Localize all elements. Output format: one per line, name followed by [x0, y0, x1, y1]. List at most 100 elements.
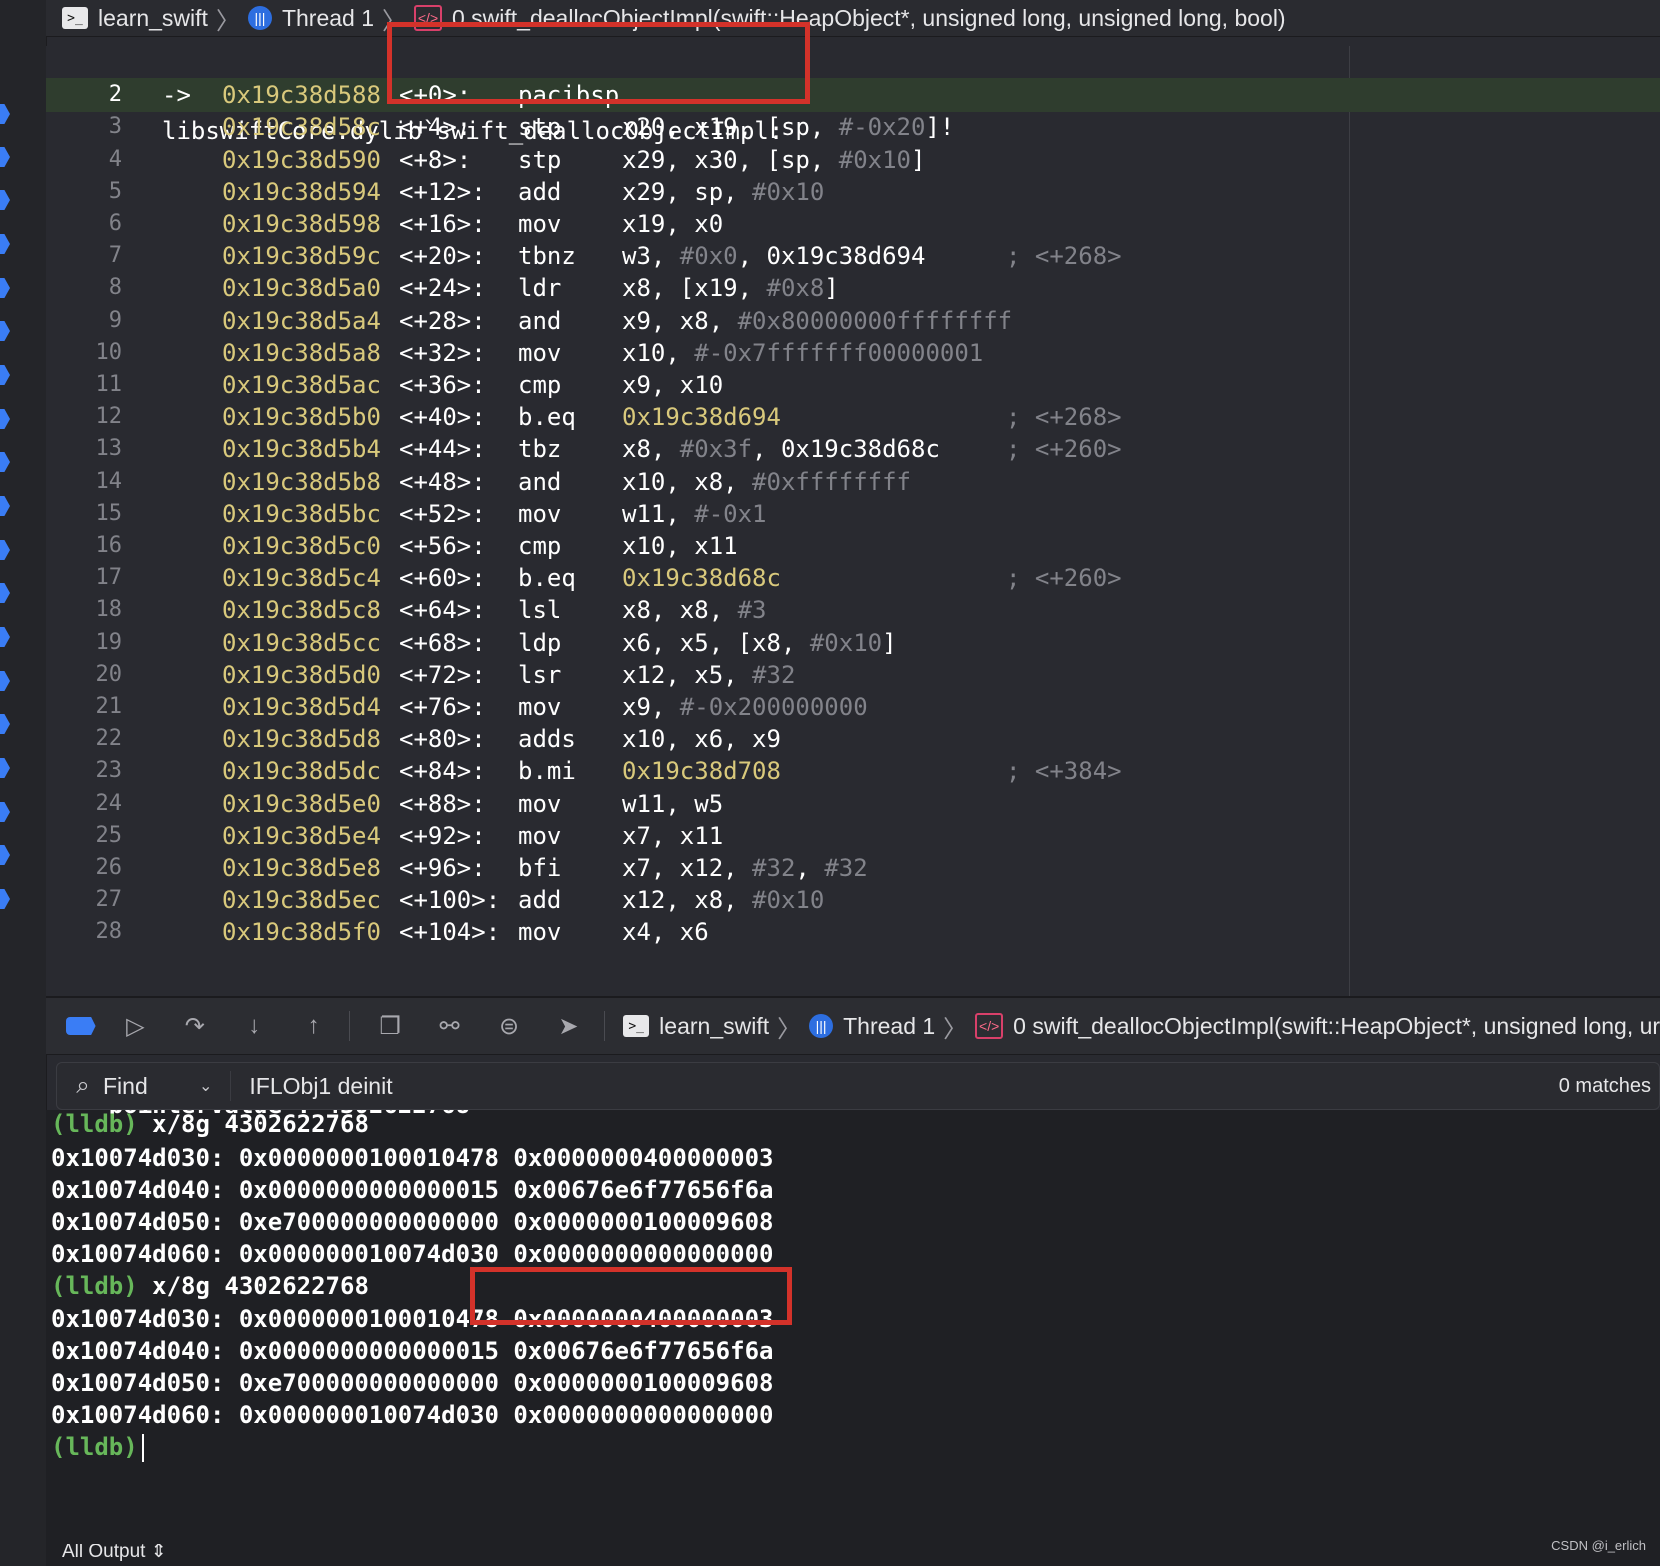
instruction-address: 0x19c38d5e0 [222, 789, 381, 818]
breakpoint-marker[interactable] [0, 671, 10, 691]
find-divider [230, 1071, 232, 1101]
debug-frame[interactable]: 0 swift_deallocObjectImpl(swift::HeapObj… [1013, 1013, 1660, 1040]
disassembly-row[interactable]: 17 0x19c38d5c4 <+60>: b.eq 0x19c38d68c ; <+26… [46, 561, 1660, 595]
disassembly-row[interactable]: 6 0x19c38d598 <+16>: mov x19, x0 [46, 207, 1660, 241]
breakpoint-marker[interactable] [0, 714, 10, 734]
instruction-mnemonic: stp [518, 145, 562, 174]
debug-target[interactable]: learn_swift [659, 1013, 769, 1040]
instruction-offset: <+104>: [399, 918, 501, 947]
disassembly-row[interactable]: 9 0x19c38d5a4 <+28>: and x9, x8, #0x80000000… [46, 304, 1660, 338]
disassembly-row[interactable]: 23 0x19c38d5dc <+84>: b.mi 0x19c38d708 ; <+38… [46, 754, 1660, 788]
disassembly-row[interactable]: 18 0x19c38d5c8 <+64>: lsl x8, x8, #3 [46, 593, 1660, 627]
console-output-line: 0x10074d060: 0x000000010074d030 0x000000… [51, 1237, 773, 1271]
line-number: 11 [95, 372, 123, 397]
find-mode-select[interactable]: Find [103, 1073, 199, 1100]
instruction-mnemonic: mov [518, 499, 562, 528]
breakpoint-marker[interactable] [0, 889, 10, 909]
instruction-offset: <+44>: [399, 435, 486, 464]
instruction-operands: 0x19c38d68c [622, 564, 781, 593]
step-over-icon[interactable]: ↷ [175, 1006, 214, 1046]
disassembly-row[interactable]: 21 0x19c38d5d4 <+76>: mov x9, #-0x200000000 [46, 690, 1660, 724]
breakpoints-toggle-icon[interactable] [66, 1017, 96, 1035]
instruction-mnemonic: and [518, 306, 562, 335]
breakpoint-marker[interactable] [0, 627, 10, 647]
breakpoint-marker[interactable] [0, 278, 10, 298]
disassembly-row[interactable]: 19 0x19c38d5cc <+68>: ldp x6, x5, [x8, #0x10… [46, 626, 1660, 660]
disassembly-row[interactable]: 27 0x19c38d5ec <+100>: add x12, x8, #0x10 [46, 883, 1660, 917]
instruction-comment: ; <+260> [1006, 564, 1122, 593]
breakpoint-marker[interactable] [0, 365, 10, 385]
disassembly-row[interactable]: 25 0x19c38d5e4 <+92>: mov x7, x11 [46, 819, 1660, 853]
find-input[interactable]: IFLObj1 deinit [249, 1073, 1558, 1100]
chevron-right-icon: 〉 [382, 7, 406, 35]
instruction-offset: <+40>: [399, 403, 486, 432]
disassembly-row[interactable]: 13 0x19c38d5b4 <+44>: tbz x8, #0x3f, 0x19c38… [46, 432, 1660, 466]
instruction-operands: x7, x11 [622, 821, 724, 850]
view-hierarchy-icon[interactable]: ❐ [370, 1006, 409, 1046]
breakpoint-marker[interactable] [0, 104, 10, 124]
disassembly-row[interactable]: 22 0x19c38d5d8 <+80>: adds x10, x6, x9 [46, 722, 1660, 756]
code-frame-icon: </> [414, 5, 442, 31]
instruction-mnemonic: mov [518, 210, 562, 238]
disassembly-row[interactable]: 11 0x19c38d5ac <+36>: cmp x9, x10 [46, 368, 1660, 402]
line-number: 25 [95, 822, 123, 848]
breakpoint-marker[interactable] [0, 321, 10, 341]
step-out-icon[interactable]: ↑ [294, 1006, 333, 1046]
breakpoint-marker[interactable] [0, 758, 10, 778]
jump-bar-target[interactable]: learn_swift [98, 5, 208, 32]
disassembly-row[interactable]: 28 0x19c38d5f0 <+104>: mov x4, x6 [46, 915, 1660, 949]
terminal-icon: >_ [623, 1015, 650, 1037]
environment-overrides-icon[interactable]: ⊜ [489, 1006, 528, 1046]
output-filter-select[interactable]: All Output ⇕ [62, 1544, 167, 1563]
breakpoint-marker[interactable] [0, 540, 10, 560]
instruction-address: 0x19c38d5a0 [222, 274, 381, 303]
console-text: 0x10074d050: 0xe700000000000000 0x000000… [51, 1208, 774, 1236]
console-text: x/8g 4302622768 [137, 1272, 369, 1300]
chevron-down-icon[interactable]: ⌄ [199, 1076, 212, 1096]
instruction-operands: x7, x12, #32, #32 [622, 854, 868, 882]
continue-icon[interactable]: ▷ [116, 1006, 155, 1046]
jump-bar-frame[interactable]: 0 swift_deallocObjectImpl(swift::HeapObj… [452, 5, 1286, 32]
simulate-location-icon[interactable]: ➤ [549, 1006, 588, 1046]
instruction-mnemonic: adds [518, 725, 576, 754]
breakpoint-marker[interactable] [0, 845, 10, 865]
jump-bar-thread[interactable]: Thread 1 [282, 5, 374, 32]
disassembly-row[interactable]: 10 0x19c38d5a8 <+32>: mov x10, #-0x7fffffff0… [46, 336, 1660, 370]
breakpoint-marker[interactable] [0, 452, 10, 472]
disassembly-row[interactable]: 20 0x19c38d5d0 <+72>: lsr x12, x5, #32 [46, 658, 1660, 692]
instruction-address: 0x19c38d5b8 [222, 467, 381, 496]
breakpoint-marker[interactable] [0, 234, 10, 254]
disassembly-row[interactable]: 14 0x19c38d5b8 <+48>: and x10, x8, #0xffffff… [46, 465, 1660, 499]
terminal-icon: >_ [62, 7, 88, 29]
breakpoint-marker[interactable] [0, 496, 10, 516]
breakpoint-marker[interactable] [0, 147, 10, 167]
disassembly-row[interactable]: 5 0x19c38d594 <+12>: add x29, sp, #0x10 [46, 175, 1660, 209]
breakpoint-marker[interactable] [0, 409, 10, 429]
debug-toolbar: ▷ ↷ ↓ ↑ ❐ ⚯ ⊜ ➤ >_ learn_swift 〉 ||| Thr… [46, 996, 1660, 1055]
instruction-mnemonic: mov [518, 789, 562, 818]
disassembly-row[interactable]: 2 -> 0x19c38d588 <+0>: pacibsp [46, 78, 1660, 113]
instruction-operands: x12, x5, #32 [622, 660, 796, 689]
instruction-offset: <+64>: [399, 596, 486, 625]
line-number: 19 [95, 629, 123, 655]
disassembly-row[interactable]: 15 0x19c38d5bc <+52>: mov w11, #-0x1 [46, 497, 1660, 531]
breakpoint-marker[interactable] [0, 190, 10, 210]
disassembly-row[interactable]: 24 0x19c38d5e0 <+88>: mov w11, w5 [46, 787, 1660, 821]
breakpoint-marker[interactable] [0, 802, 10, 822]
instruction-offset: <+8>: [399, 145, 472, 174]
debug-thread[interactable]: Thread 1 [843, 1013, 935, 1040]
disassembly-row[interactable]: 16 0x19c38d5c0 <+56>: cmp x10, x11 [46, 529, 1660, 563]
disassembly-row[interactable]: 3 0x19c38d58c <+4>: stp x20, x19, [sp, #-0x2… [46, 110, 1660, 144]
disassembly-row[interactable]: 26 0x19c38d5e8 <+96>: bfi x7, x12, #32, #32 [46, 851, 1660, 885]
disassembly-row[interactable]: 7 0x19c38d59c <+20>: tbnz w3, #0x0, 0x19c38d… [46, 239, 1660, 273]
breakpoint-marker[interactable] [0, 583, 10, 603]
disassembly-row[interactable]: 8 0x19c38d5a0 <+24>: ldr x8, [x19, #0x8] [46, 271, 1660, 305]
instruction-mnemonic: b.mi [518, 757, 576, 786]
disassembly-row[interactable]: 12 0x19c38d5b0 <+40>: b.eq 0x19c38d694 ; <+26… [46, 400, 1660, 434]
memory-graph-icon[interactable]: ⚯ [430, 1006, 469, 1046]
disassembly-view[interactable]: 1 libswiftCore.dylib`swift_deallocObject… [46, 46, 1660, 996]
disassembly-row[interactable]: 4 0x19c38d590 <+8>: stp x29, x30, [sp, #0x10… [46, 143, 1660, 177]
instruction-operands: x29, sp, #0x10 [622, 177, 825, 206]
lldb-console[interactable]: - pointerValue : 4302622768 (lldb) x/8g … [46, 1110, 1660, 1544]
step-into-icon[interactable]: ↓ [234, 1006, 273, 1046]
